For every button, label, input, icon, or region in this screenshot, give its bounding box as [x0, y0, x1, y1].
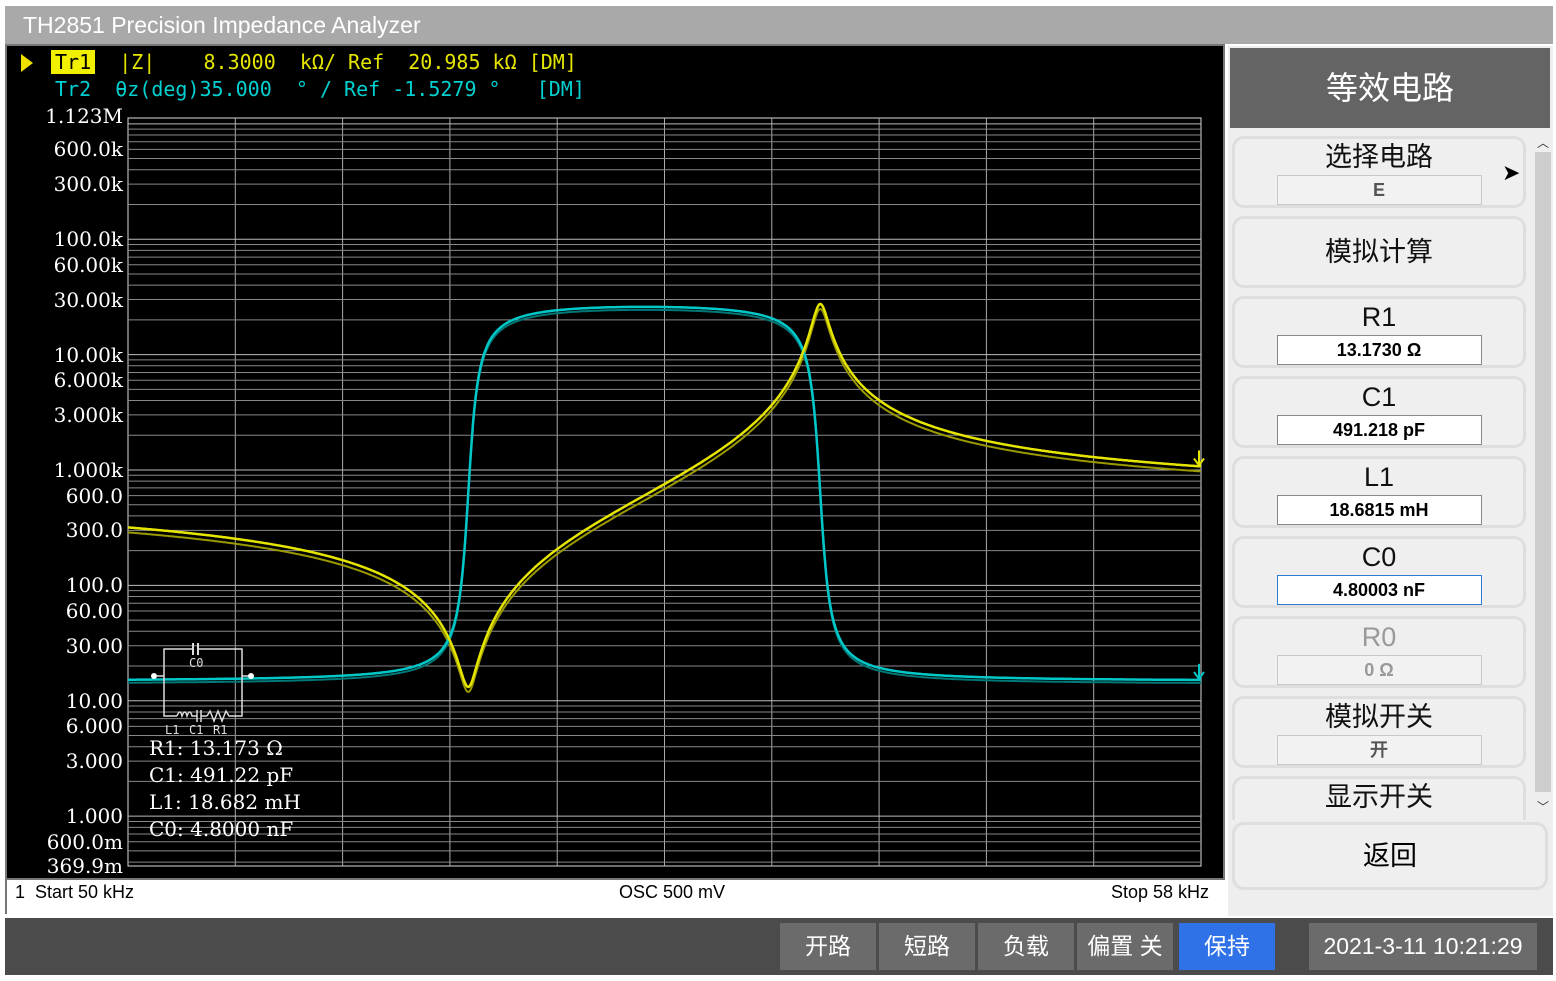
simulate-switch-label: 模拟开关	[1325, 702, 1433, 732]
c1-input[interactable]: 491.218 pF	[1276, 415, 1482, 445]
display-switch-label: 显示开关	[1325, 782, 1433, 812]
bottom-toolbar: 开路 短路 负载 偏置 关 保持 2021-3-11 10:21:29	[5, 918, 1553, 975]
simulate-calc-button[interactable]: 模拟计算	[1232, 216, 1526, 288]
param-l1: L1: 18.682 mH	[149, 790, 301, 814]
submenu-arrow-icon: ➤	[1502, 160, 1521, 185]
measurement-display: Tr1 |Z| 8.3000 kΩ/ Ref 20.985 kΩ [DM] Tr…	[5, 44, 1225, 880]
simulate-calc-label: 模拟计算	[1325, 237, 1433, 267]
terminal-right	[248, 673, 254, 679]
stop-frequency[interactable]: Stop 58 kHz	[1111, 880, 1209, 904]
r0-value: 0 Ω	[1276, 655, 1482, 685]
c1-label: C1	[1361, 382, 1397, 412]
simulate-switch-button[interactable]: 模拟开关开	[1232, 696, 1526, 768]
c0-softkey[interactable]: C0 4.80003 nF	[1232, 536, 1526, 608]
channel-number: 1	[15, 882, 26, 902]
datetime: 2021-3-11 10:21:29	[1309, 923, 1537, 970]
softkey-panel: 等效电路 选择电路 E ➤ 模拟计算 R1 13.1730 Ω C1 491.218…	[1228, 46, 1553, 916]
r0-label: R0	[1361, 622, 1397, 652]
trace1-end-marker-icon	[1193, 450, 1205, 468]
scroll-up-icon[interactable]: ︿	[1537, 134, 1549, 151]
short-button[interactable]: 短路	[879, 923, 975, 970]
capacitor-c0-icon	[192, 643, 199, 655]
inductor-l1-icon	[176, 711, 197, 719]
r1-symbol-label: R1	[213, 723, 227, 737]
status-line: 1 Start 50 kHz OSC 500 mV Stop 58 kHz	[5, 880, 1225, 914]
start-frequency[interactable]: Start 50 kHz	[35, 880, 134, 904]
select-circuit-label: 选择电路	[1325, 142, 1433, 172]
open-button[interactable]: 开路	[780, 923, 876, 970]
scrollbar-thumb[interactable]	[1535, 152, 1551, 792]
load-button[interactable]: 负载	[978, 923, 1074, 970]
param-c0: C0: 4.8000 nF	[149, 817, 294, 841]
terminal-left	[151, 673, 157, 679]
resistor-r1-icon	[206, 708, 232, 724]
r1-input[interactable]: 13.1730 Ω	[1276, 335, 1482, 365]
panel-scrollbar[interactable]: ︿ ﹀	[1533, 134, 1551, 824]
c0-label: C0	[1361, 542, 1397, 572]
simulate-switch-value: 开	[1276, 735, 1482, 765]
scroll-down-icon[interactable]: ﹀	[1537, 798, 1549, 815]
window-title: TH2851 Precision Impedance Analyzer	[5, 6, 1553, 44]
l1-symbol-label: L1	[165, 723, 179, 737]
display-switch-button[interactable]: 显示开关	[1232, 776, 1526, 820]
c1-softkey[interactable]: C1 491.218 pF	[1232, 376, 1526, 448]
l1-label: L1	[1363, 462, 1395, 492]
c0-input[interactable]: 4.80003 nF	[1276, 575, 1482, 605]
select-circuit-button[interactable]: 选择电路 E	[1232, 136, 1526, 208]
bias-button[interactable]: 偏置 关	[1077, 923, 1173, 970]
hold-button[interactable]: 保持	[1179, 923, 1275, 970]
param-c1: C1: 491.22 pF	[149, 763, 294, 787]
l1-input[interactable]: 18.6815 mH	[1276, 495, 1482, 525]
select-circuit-value: E	[1276, 175, 1482, 205]
r1-label: R1	[1361, 302, 1397, 332]
r0-softkey: R0 0 Ω	[1232, 616, 1526, 688]
param-r1: R1: 13.173 Ω	[149, 736, 283, 760]
c1-symbol-label: C1	[189, 723, 203, 737]
l1-softkey[interactable]: L1 18.6815 mH	[1232, 456, 1526, 528]
r1-softkey[interactable]: R1 13.1730 Ω	[1232, 296, 1526, 368]
osc-level[interactable]: OSC 500 mV	[619, 880, 725, 904]
panel-title: 等效电路	[1230, 48, 1550, 128]
c0-symbol-label: C0	[189, 656, 203, 670]
back-button[interactable]: 返回	[1232, 822, 1548, 890]
